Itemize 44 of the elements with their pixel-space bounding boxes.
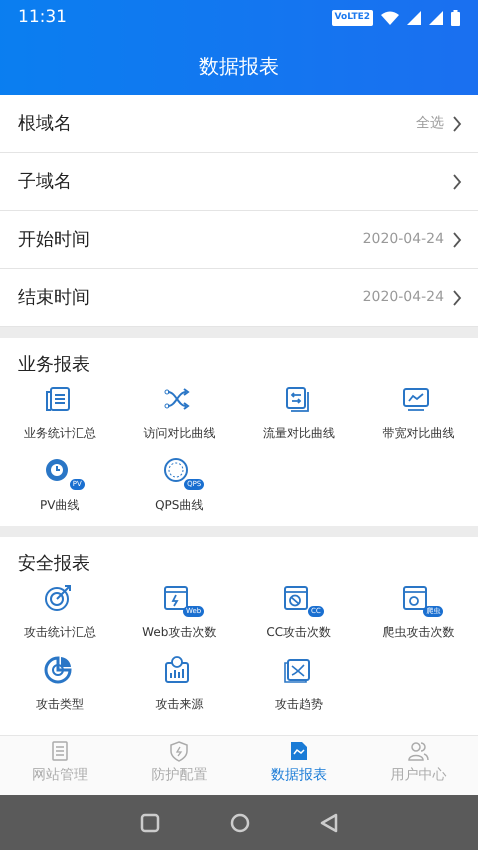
pie-chart-icon[interactable] xyxy=(42,655,73,685)
filter-label: 结束时间 xyxy=(18,286,91,310)
signal-icon xyxy=(407,11,421,25)
target-icon[interactable] xyxy=(42,583,73,613)
users-icon xyxy=(407,740,430,762)
network-badge: VoLTE2 xyxy=(332,10,373,26)
chevron-right-icon xyxy=(452,116,462,132)
report-label[interactable]: 攻击类型 xyxy=(36,695,84,713)
filter-row[interactable]: 子域名 xyxy=(0,153,478,211)
report-label[interactable]: 业务统计汇总 xyxy=(24,424,96,442)
report-label[interactable]: 流量对比曲线 xyxy=(262,424,335,442)
filter-row[interactable]: 开始时间 2020-04-24 xyxy=(0,211,478,269)
section-title: 业务报表 xyxy=(17,353,91,377)
tab-button[interactable]: 数据报表 xyxy=(239,736,358,795)
wifi-icon xyxy=(381,11,399,25)
report-label[interactable]: CC攻击次数 xyxy=(266,623,332,641)
report-label[interactable]: 爬虫攻击次数 xyxy=(382,623,454,641)
section-title: 安全报表 xyxy=(17,552,91,576)
report-label[interactable]: QPS曲线 xyxy=(155,496,204,514)
filter-value: 全选 xyxy=(416,114,444,133)
status-time: 11:31 xyxy=(18,6,67,30)
page-title: 数据报表 xyxy=(199,52,279,80)
filter-label: 根域名 xyxy=(18,112,73,136)
report-label[interactable]: 带宽对比曲线 xyxy=(382,424,454,442)
filter-label: 子域名 xyxy=(18,170,73,194)
report-label[interactable]: PV曲线 xyxy=(40,496,80,514)
report-label[interactable]: 攻击来源 xyxy=(155,695,204,713)
report-label[interactable]: Web攻击次数 xyxy=(142,623,216,641)
recents-icon[interactable] xyxy=(140,812,160,832)
report-label[interactable]: 攻击统计汇总 xyxy=(24,623,96,641)
chevron-right-icon xyxy=(452,174,462,190)
filter-value: 2020-04-24 xyxy=(362,288,444,307)
shield-icon xyxy=(168,740,190,762)
back-icon[interactable] xyxy=(320,812,338,832)
chevron-right-icon xyxy=(452,290,462,306)
report-label[interactable]: 访问对比曲线 xyxy=(143,424,216,442)
filter-row[interactable]: 根域名 全选 xyxy=(0,95,478,153)
battery-icon xyxy=(451,10,460,26)
home-icon[interactable] xyxy=(230,812,250,832)
report-label[interactable]: 攻击趋势 xyxy=(274,695,323,713)
filter-label: 开始时间 xyxy=(18,228,91,252)
signal-icon xyxy=(429,11,443,25)
chevron-right-icon xyxy=(452,232,462,248)
filter-value: 2020-04-24 xyxy=(362,230,444,249)
